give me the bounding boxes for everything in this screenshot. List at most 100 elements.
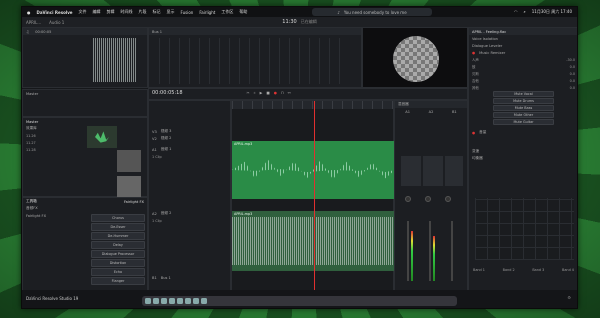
bin-master[interactable]: Master — [26, 120, 38, 124]
remix-value-bass[interactable]: 0.0 — [570, 72, 575, 76]
project-tab-2[interactable]: Audio 1 — [49, 20, 64, 25]
dock-app-icon[interactable] — [145, 298, 151, 304]
wifi-icon[interactable]: ◠ — [514, 9, 518, 15]
eq-band-2[interactable]: Band 2 — [503, 268, 515, 272]
menu-timeline[interactable]: 时间线 — [121, 9, 133, 15]
fader-a2[interactable] — [429, 221, 431, 281]
menu-fairlight[interactable]: Fairlight — [199, 10, 215, 15]
master-label[interactable]: Master — [26, 92, 38, 96]
fx-dialogue-processor[interactable]: Dialogue Processor — [91, 250, 145, 258]
track-v3-name[interactable]: 视频 3 — [161, 129, 172, 134]
notification-pill[interactable]: ♪ You need somebody to love me — [312, 8, 432, 16]
mute-bass-button[interactable]: Mute Bass — [493, 105, 554, 111]
bin-item-1126[interactable]: 11.26 — [26, 134, 36, 138]
app-menu[interactable]: DaVinci Resolve — [37, 10, 73, 15]
dock-app-icon[interactable] — [169, 298, 175, 304]
pan-knob-a2[interactable] — [425, 196, 431, 202]
section-dialogue-leveler[interactable]: Dialogue Leveler — [472, 44, 502, 48]
eq-graph[interactable] — [475, 198, 574, 260]
menu-fusion[interactable]: Fusion — [181, 10, 194, 15]
fader-b1[interactable] — [451, 221, 453, 281]
section-voice-isolation[interactable]: Voice Isolation — [472, 37, 498, 41]
apple-icon[interactable]: ● — [27, 10, 31, 15]
section-volume[interactable]: 音量 — [479, 130, 486, 135]
settings-icon[interactable]: ⚙ — [567, 295, 571, 300]
dock-app-icon[interactable] — [161, 298, 167, 304]
menu-clip[interactable]: 片段 — [139, 9, 147, 15]
fx-echo[interactable]: Echo — [91, 268, 145, 276]
menu-workspace[interactable]: 工作区 — [221, 9, 233, 15]
track-a2-name[interactable]: 音频 2 — [161, 211, 172, 216]
track-b1-name[interactable]: Bus 1 — [161, 276, 171, 280]
menu-view[interactable]: 显示 — [167, 9, 175, 15]
mute-guitar-button[interactable]: Mute Guitar — [493, 119, 554, 125]
eq-band-3[interactable]: Band 3 — [532, 268, 544, 272]
menu-trim[interactable]: 剪辑 — [107, 9, 115, 15]
bin-effects[interactable]: 效果库 — [26, 126, 37, 131]
scissors-icon[interactable]: ✂ — [247, 91, 250, 95]
bin-item-1128[interactable]: 11.28 — [26, 148, 36, 152]
dock-app-icon[interactable] — [185, 298, 191, 304]
fx-chorus[interactable]: Chorus — [91, 214, 145, 222]
fader-a1[interactable] — [407, 221, 409, 281]
mixer-ch-a2[interactable]: A2 — [429, 110, 434, 114]
track-a2-id: A2 — [152, 211, 157, 216]
section-speed[interactable]: 变速 — [472, 149, 479, 154]
stop-icon[interactable]: ■ — [266, 91, 269, 95]
timeline-tracks[interactable]: APRIL.mp3 APRIL.mp3 — [231, 100, 395, 292]
fx-de-hummer[interactable]: De-Hummer — [91, 232, 145, 240]
play-icon[interactable]: ▶ — [260, 91, 263, 95]
fx-distortion[interactable]: Distortion — [91, 259, 145, 267]
pan-knob-b1[interactable] — [445, 196, 451, 202]
link-icon[interactable]: ⚯ — [288, 91, 291, 95]
track-v2-name[interactable]: 视频 2 — [161, 136, 172, 141]
mixer-title: 混音器 — [398, 102, 409, 106]
remix-value-drums[interactable]: 0.0 — [570, 65, 575, 69]
snap-icon[interactable]: ⊓ — [281, 91, 284, 95]
search-icon[interactable]: ⌕ — [524, 9, 526, 15]
thumbnail-waveform[interactable] — [87, 126, 117, 148]
red-dot-icon[interactable]: ● — [472, 51, 475, 55]
toolbox-section[interactable]: 工具箱 — [26, 199, 37, 204]
mixer-ch-a1[interactable]: A1 — [405, 110, 410, 114]
eq-thumbnails[interactable] — [401, 156, 463, 186]
thumbnail-photo-1[interactable] — [117, 150, 141, 172]
fx-de-esser[interactable]: De-Esser — [91, 223, 145, 231]
project-tab-1[interactable]: APRIL... — [26, 20, 41, 25]
effects-pane: 工具箱 Fairlight FX 音频FX Fairlight FX Chorus… — [22, 197, 148, 292]
mixer: 混音器 A1 A2 B1 — [394, 100, 468, 292]
thumbnail-photo-2[interactable] — [117, 176, 141, 198]
razor-icon[interactable]: ⌗ — [254, 91, 256, 95]
playhead[interactable] — [314, 101, 315, 291]
pan-knob-a1[interactable] — [405, 196, 411, 202]
fx-flanger[interactable]: Flanger — [91, 277, 145, 285]
eq-band-4[interactable]: Band 4 — [562, 268, 574, 272]
menu-mark[interactable]: 标记 — [153, 9, 161, 15]
mixer-ch-b1[interactable]: B1 — [452, 110, 457, 114]
audio-tab[interactable]: ♫ — [26, 30, 29, 34]
remix-value-vocal[interactable]: -30.0 — [566, 58, 575, 62]
bin-item-1127[interactable]: 11.27 — [26, 141, 36, 145]
mute-vocal-button[interactable]: Mute Vocal — [493, 91, 554, 97]
dock-app-icon[interactable] — [153, 298, 159, 304]
remix-value-other[interactable]: 0.0 — [570, 86, 575, 90]
timeline-ruler[interactable] — [232, 101, 393, 109]
dock-app-icon[interactable] — [193, 298, 199, 304]
meter-a1 — [411, 231, 413, 281]
track-a1-name[interactable]: 音频 1 — [161, 147, 172, 152]
menu-help[interactable]: 帮助 — [239, 9, 247, 15]
menu-edit[interactable]: 编辑 — [93, 9, 101, 15]
menu-file[interactable]: 文件 — [79, 9, 87, 15]
fx-delay[interactable]: Delay — [91, 241, 145, 249]
section-eq[interactable]: 均衡器 — [472, 156, 483, 161]
section-music-remixer[interactable]: Music Remixer — [479, 51, 505, 55]
dock-app-icon[interactable] — [177, 298, 183, 304]
dock-app-icon[interactable] — [201, 298, 207, 304]
record-icon[interactable]: ● — [274, 91, 277, 95]
audio-fx-section[interactable]: 音频FX — [26, 206, 38, 211]
mute-drums-button[interactable]: Mute Drums — [493, 98, 554, 104]
eq-band-1[interactable]: Band 1 — [473, 268, 485, 272]
fairlight-fx-section[interactable]: Fairlight FX — [26, 214, 46, 218]
remix-value-guitar[interactable]: 0.0 — [570, 79, 575, 83]
mute-other-button[interactable]: Mute Other — [493, 112, 554, 118]
